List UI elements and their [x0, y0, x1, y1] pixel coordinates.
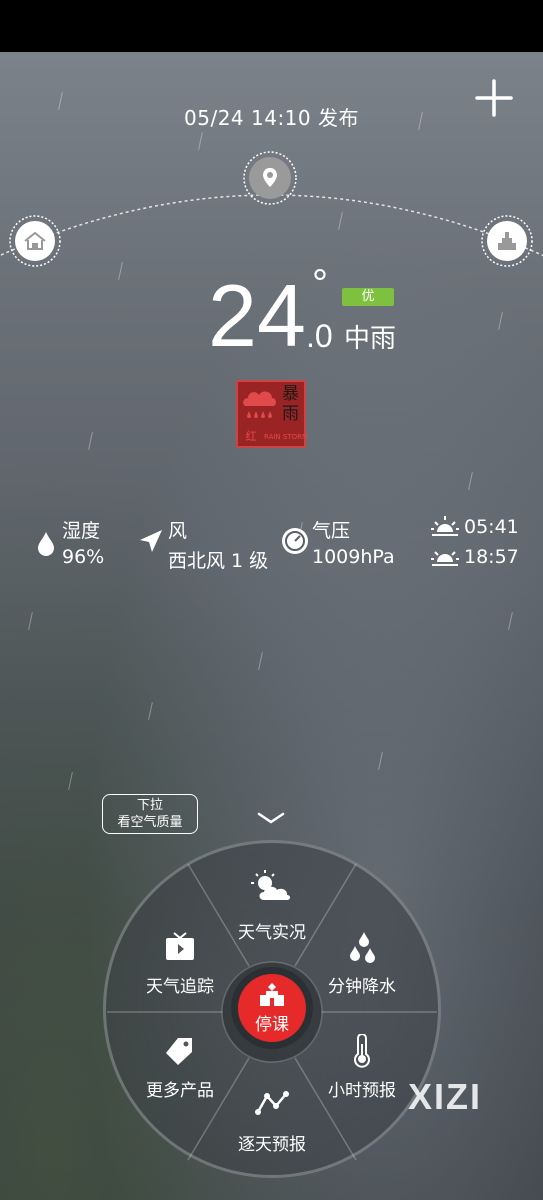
humidity-label: 湿度 [62, 520, 101, 542]
wheel-item-weather-live[interactable]: 天气实况 [232, 862, 312, 946]
pressure-label: 气压 [312, 520, 351, 542]
weather-condition: 中雨 [344, 324, 397, 354]
alert-level: 红 [245, 430, 257, 443]
temperature-degree: ° [312, 262, 328, 306]
wheel-item-daily[interactable]: 逐天预报 [230, 1088, 314, 1158]
humidity-value: 96% [62, 546, 105, 568]
sunset-time: 18:57 [464, 546, 519, 568]
watermark: XIZI [408, 1076, 483, 1117]
chevron-down-icon[interactable] [256, 810, 286, 826]
temperature-decimal: .0 [306, 318, 333, 354]
alert-english: RAIN STORM [264, 433, 309, 441]
school-closure-button[interactable]: 停课 [238, 974, 306, 1042]
rainstorm-alert-icon[interactable]: 暴 雨 红 RAIN STORM [236, 380, 309, 448]
gps-location-icon[interactable] [242, 150, 298, 206]
thermometer-icon [354, 1034, 370, 1068]
wheel-label-tracking: 天气追踪 [146, 977, 214, 997]
temperature-integer: 24 [208, 266, 306, 365]
tooltip-line2: 看空气质量 [117, 815, 183, 830]
school-icon [260, 982, 284, 1006]
sun-cloud-icon [251, 870, 290, 900]
add-icon[interactable] [474, 78, 514, 118]
wheel-item-hourly[interactable]: 小时预报 [322, 1034, 402, 1104]
school-closure-label: 停课 [255, 1014, 289, 1035]
aqi-badge[interactable]: 优 [342, 288, 394, 306]
wheel-label-daily: 逐天预报 [238, 1135, 306, 1155]
wheel-item-minute-rain[interactable]: 分钟降水 [322, 930, 402, 1000]
wind-label: 风 [168, 520, 188, 542]
tag-icon [166, 1038, 192, 1065]
wind-arrow-icon [138, 528, 164, 554]
pull-down-tooltip[interactable]: 下拉 看空气质量 [102, 794, 198, 834]
tooltip-line1: 下拉 [136, 798, 163, 813]
home-location-icon[interactable] [8, 214, 62, 268]
publish-time: 05/24 14:10 发布 [184, 106, 359, 130]
raindrop-icon [36, 530, 56, 558]
wheel-label-hourly: 小时预报 [328, 1081, 396, 1101]
landmark-location-icon[interactable] [480, 214, 534, 268]
wheel-label-more-products: 更多产品 [146, 1081, 214, 1101]
trend-line-icon [255, 1091, 289, 1115]
alert-text-top: 暴 [282, 384, 299, 404]
wheel-item-tracking[interactable]: 天气追踪 [138, 930, 222, 1000]
sunrise-time: 05:41 [464, 516, 519, 538]
pressure-value: 1009hPa [312, 546, 395, 568]
status-bar [0, 0, 543, 52]
tv-icon [166, 932, 194, 960]
wheel-item-more-products[interactable]: 更多产品 [138, 1036, 222, 1106]
sunrise-icon [430, 514, 460, 540]
wind-value: 西北风 1 级 [168, 550, 269, 572]
wheel-label-weather-live: 天气实况 [238, 923, 306, 943]
wheel-label-minute-rain: 分钟降水 [328, 977, 396, 997]
gauge-icon [280, 526, 310, 556]
raindrops-icon [350, 932, 375, 963]
alert-text-bottom: 雨 [282, 404, 299, 424]
sunset-icon [430, 544, 460, 570]
